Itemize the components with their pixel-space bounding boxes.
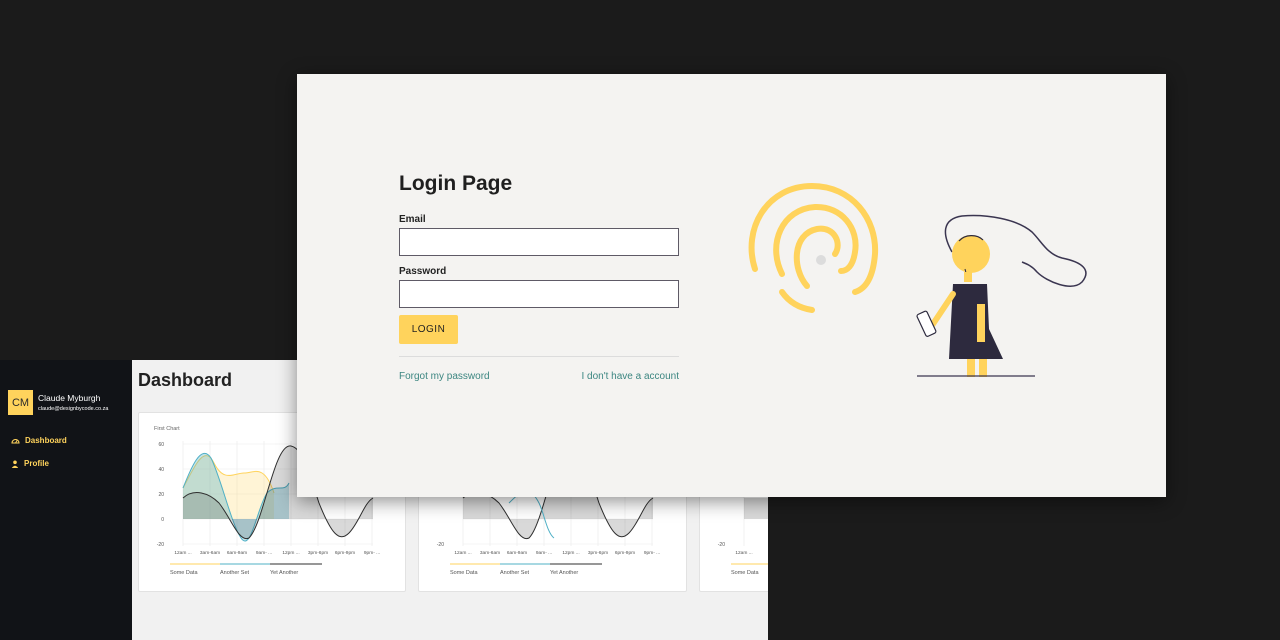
- y-tick: -20: [718, 542, 725, 548]
- sidebar-item-label: Dashboard: [25, 436, 67, 445]
- x-tick: 9am- ...: [256, 550, 272, 556]
- y-tick: 0: [161, 517, 164, 523]
- legend-item: Some Data: [731, 570, 759, 576]
- x-tick: 12am ...: [174, 550, 191, 556]
- sidebar-item-label: Profile: [24, 459, 49, 468]
- legend-item: Some Data: [170, 570, 198, 576]
- user-profile: CM Claude Myburgh claude@designbycode.co…: [8, 390, 108, 415]
- person-illustration: [916, 214, 1087, 377]
- legend-item: Another Set: [500, 570, 530, 576]
- login-form: Login Page Email Password LOGIN Forgot m…: [399, 172, 679, 382]
- y-tick: -20: [157, 542, 164, 548]
- x-tick: 6pm-9pm: [615, 550, 635, 556]
- page-title: Dashboard: [138, 370, 233, 390]
- x-tick: 9pm- ...: [364, 550, 380, 556]
- x-tick: 3am-6am: [200, 550, 220, 556]
- avatar: CM: [8, 390, 33, 415]
- user-icon: [11, 460, 19, 468]
- login-button[interactable]: LOGIN: [399, 315, 458, 344]
- user-name: Claude Myburgh: [38, 393, 101, 403]
- user-email: claude@designbycode.co.za: [38, 406, 109, 412]
- email-field[interactable]: [399, 228, 679, 256]
- x-tick: 6am-9am: [507, 550, 527, 556]
- fingerprint-icon: [748, 182, 879, 313]
- page-title: Login Page: [399, 172, 513, 195]
- y-tick: -20: [437, 542, 444, 548]
- legend-item: Some Data: [450, 570, 478, 576]
- x-tick: 9pm- ...: [644, 550, 660, 556]
- y-tick: 20: [158, 492, 164, 498]
- y-tick: 60: [158, 442, 164, 448]
- x-tick: 12am ...: [454, 550, 471, 556]
- x-tick: 12pm ...: [562, 550, 579, 556]
- x-tick: 12pm ...: [282, 550, 299, 556]
- x-tick: 9am- ...: [536, 550, 552, 556]
- sidebar-item-profile[interactable]: Profile: [11, 459, 49, 468]
- legend-item: Yet Another: [550, 570, 578, 576]
- divider: [399, 356, 679, 357]
- password-label: Password: [399, 266, 447, 277]
- x-tick: 6pm-9pm: [335, 550, 355, 556]
- forgot-password-link[interactable]: Forgot my password: [399, 371, 490, 382]
- dashboard-gauge-icon: [11, 438, 20, 444]
- x-tick: 12am ...: [735, 550, 752, 556]
- x-tick: 6am-9am: [227, 550, 247, 556]
- y-tick: 40: [158, 467, 164, 473]
- login-window: Login Page Email Password LOGIN Forgot m…: [297, 74, 1166, 497]
- sidebar: CM Claude Myburgh claude@designbycode.co…: [0, 360, 132, 640]
- sidebar-item-dashboard[interactable]: Dashboard: [11, 436, 67, 445]
- password-field[interactable]: [399, 280, 679, 308]
- email-label: Email: [399, 214, 426, 225]
- x-tick: 3am-6am: [480, 550, 500, 556]
- chart-title: First Chart: [154, 426, 180, 432]
- x-tick: 3pm-6pm: [308, 550, 328, 556]
- fingerprint-illustration: [748, 182, 1087, 377]
- legend-item: Another Set: [220, 570, 250, 576]
- x-tick: 3pm-6pm: [588, 550, 608, 556]
- register-link[interactable]: I don't have a account: [581, 371, 679, 382]
- legend-item: Yet Another: [270, 570, 298, 576]
